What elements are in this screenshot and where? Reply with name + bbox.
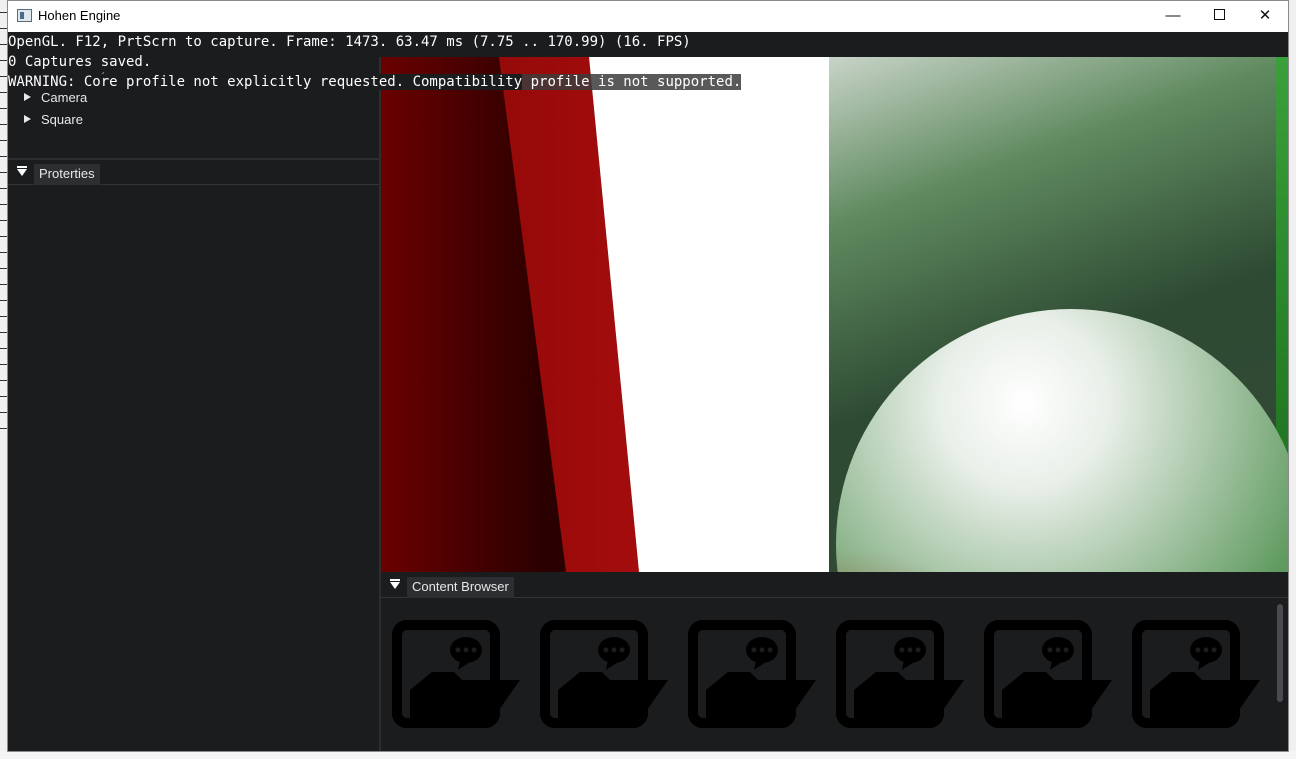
tree-item-camera[interactable]: Camera: [24, 90, 87, 105]
debug-captures: 0 Captures saved.: [8, 53, 156, 72]
content-scrollbar[interactable]: [1276, 600, 1284, 750]
warning-text-a: WARNING: Core profile not explicitly req…: [8, 74, 523, 90]
maximize-button[interactable]: [1196, 1, 1242, 32]
close-button[interactable]: ✕: [1242, 1, 1288, 32]
tab-content-browser[interactable]: Content Browser: [407, 577, 514, 598]
content-item-image-file-icon[interactable]: [984, 620, 1114, 730]
title-bar[interactable]: Hohen Engine — ✕: [8, 1, 1288, 32]
debug-frame-info: OpenGL. F12, PrtScrn to capture. Frame: …: [8, 33, 697, 52]
scene-viewport[interactable]: [381, 57, 1288, 572]
desktop-background-bottom: [0, 751, 1296, 759]
desktop-background-right: [1288, 0, 1296, 759]
content-browser-panel: Content Browser: [381, 574, 1288, 751]
scrollbar-thumb[interactable]: [1277, 604, 1283, 702]
tree-item-square[interactable]: Square: [24, 112, 83, 127]
tree-item-label: Camera: [41, 90, 88, 105]
close-icon: ✕: [1258, 7, 1272, 24]
content-item-image-file-icon[interactable]: [540, 620, 670, 730]
content-item-image-file-icon[interactable]: [688, 620, 818, 730]
collapse-triangle-icon[interactable]: [17, 166, 27, 176]
properties-panel: [8, 185, 380, 751]
expand-arrow-icon[interactable]: [24, 115, 31, 123]
minimize-icon: —: [1165, 7, 1181, 24]
app-window: Hohen Engine — ✕ Scene Hierarchy Camera …: [7, 0, 1289, 752]
content-item-image-file-icon[interactable]: [1132, 620, 1262, 730]
debug-warning: WARNING: Core profile not explicitly req…: [8, 73, 742, 92]
app-icon: [17, 9, 32, 22]
panel-splitter[interactable]: [8, 158, 380, 160]
content-browser-tabbar: Content Browser: [381, 574, 1288, 598]
properties-tabbar: Proterties: [8, 161, 380, 185]
window-title: Hohen Engine: [38, 8, 121, 23]
content-grid: [381, 600, 1271, 750]
collapse-triangle-icon[interactable]: [390, 579, 400, 589]
content-item-image-file-icon[interactable]: [392, 620, 522, 730]
tab-properties[interactable]: Proterties: [34, 164, 100, 185]
minimize-button[interactable]: —: [1150, 1, 1196, 32]
expand-arrow-icon[interactable]: [24, 93, 31, 101]
warning-text-b: profile is not supported.: [522, 74, 742, 90]
tree-item-label: Square: [41, 112, 83, 127]
maximize-icon: [1213, 9, 1225, 21]
content-item-image-file-icon[interactable]: [836, 620, 966, 730]
